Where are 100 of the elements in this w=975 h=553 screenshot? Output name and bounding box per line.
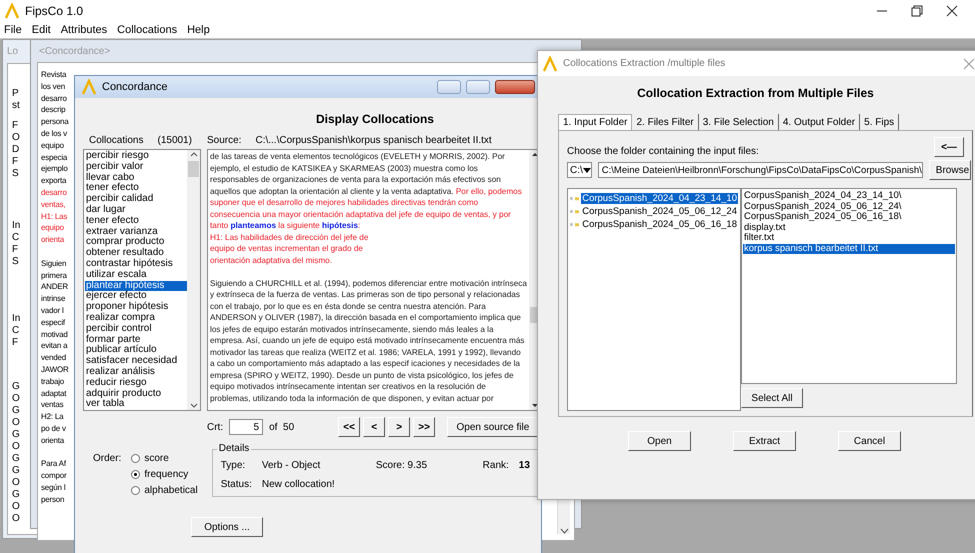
- dropdown-arrow-icon: [582, 168, 591, 172]
- list-item[interactable]: plantear hipótesis: [85, 280, 187, 292]
- folder-tree[interactable]: CorpusSpanish_2024_04_23_14_10 CorpusSpanish_2024_05_06_12_24 CorpusSpanish_2024_05_06_16_18: [567, 188, 741, 411]
- list-item[interactable]: CorpusSpanish_2024_05_06_16_18\: [743, 212, 955, 222]
- tab[interactable]: 4. Output Folder: [778, 114, 860, 130]
- text-fragment: orienta: [41, 235, 64, 244]
- dialog-button[interactable]: Cancel: [838, 431, 901, 451]
- scroll-down-icon[interactable]: [190, 403, 198, 408]
- restore-icon[interactable]: [910, 4, 924, 18]
- tab[interactable]: 2. Files Filter: [632, 114, 699, 130]
- list-item[interactable]: utilizar escala: [85, 270, 187, 281]
- list-item[interactable]: percibir calidad: [85, 194, 187, 205]
- close-icon[interactable]: [945, 4, 959, 18]
- text-line: y extrínseca de la fuerza de ventas. Las primeras son de tipo personal y relacionadas: [210, 289, 521, 300]
- list-item[interactable]: percibir control: [85, 324, 187, 335]
- status-label: Status:: [220, 479, 252, 490]
- list-item[interactable]: percibir riesgo: [85, 151, 187, 162]
- menu-item[interactable]: Collocations: [117, 24, 178, 36]
- radio-button[interactable]: [131, 454, 140, 463]
- tree-item[interactable]: CorpusSpanish_2024_05_06_12_24: [581, 206, 738, 217]
- list-item[interactable]: adquirir producto: [85, 388, 187, 400]
- radio-label[interactable]: alphabetical: [144, 485, 198, 496]
- list-item[interactable]: percibir valor: [85, 162, 187, 173]
- list-item[interactable]: ver tabla: [85, 399, 187, 410]
- tab[interactable]: 3. File Selection: [698, 114, 779, 130]
- radio-label[interactable]: frequency: [144, 469, 188, 480]
- menu-item[interactable]: Help: [187, 24, 210, 36]
- open-source-button[interactable]: Open source file: [446, 417, 539, 437]
- text-fragment: especia: [41, 152, 68, 162]
- text-fragment: ventas: [41, 400, 64, 410]
- type-label: Type:: [220, 460, 246, 471]
- text-fragment: O: [12, 513, 20, 524]
- text-line: empresa. Así, cuando un jefe de equipo está motivado intrínsecamente encuentra más: [210, 335, 526, 346]
- collocation-list[interactable]: [83, 149, 201, 411]
- nav-button[interactable]: <<: [338, 417, 360, 437]
- list-item[interactable]: reducir riesgo: [85, 378, 187, 389]
- select-all-button[interactable]: Select All: [741, 388, 803, 408]
- list-item[interactable]: publicar artículo: [85, 345, 187, 356]
- list-item[interactable]: CorpusSpanish_2024_05_06_12_24\: [743, 202, 955, 212]
- browse-button[interactable]: Browse: [928, 160, 971, 180]
- drive-dropdown[interactable]: C:\: [567, 162, 592, 178]
- score-text: Score: 9.35: [376, 460, 428, 471]
- text-line: suponer que el desarrollo de mejores habilidades directivas tendrán como: [210, 197, 480, 208]
- nav-button[interactable]: <: [363, 417, 386, 437]
- list-item[interactable]: obtener resultado: [85, 248, 187, 259]
- menu-item[interactable]: Edit: [32, 24, 51, 36]
- text-fragment: person: [41, 494, 64, 504]
- tree-item[interactable]: CorpusSpanish_2024_05_06_16_18: [581, 219, 738, 230]
- text-fragment: Para Af: [41, 459, 66, 468]
- options-button[interactable]: Options ...: [191, 517, 263, 537]
- tree-item[interactable]: CorpusSpanish_2024_04_23_14_10: [581, 193, 738, 204]
- scroll-up-icon[interactable]: [531, 152, 540, 157]
- list-item[interactable]: comprar producto: [85, 237, 187, 248]
- back-button[interactable]: <—: [934, 137, 964, 157]
- list-item[interactable]: realizar análisis: [85, 366, 187, 378]
- list-item[interactable]: korpus spanisch bearbeitet II.txt: [743, 244, 955, 254]
- group-title: Details: [216, 443, 252, 454]
- radio-button[interactable]: [131, 486, 140, 495]
- list-item[interactable]: filter.txt: [743, 233, 955, 244]
- text-line: aquellos que adoptan la orientación al cliente y la venta adaptativa. Por ello, podemos: [210, 186, 523, 197]
- close-button[interactable]: [495, 80, 535, 94]
- path-field[interactable]: C:\Meine Dateien\Heilbronn\Forschung\FipsCo\DataFipsCo\CorpusSpanish\: [598, 162, 923, 178]
- list-item[interactable]: satisfacer necesidad: [85, 356, 187, 367]
- list-item[interactable]: dar lugar: [85, 204, 187, 216]
- dialog-button[interactable]: Open: [628, 431, 691, 451]
- nav-button[interactable]: >>: [413, 417, 436, 437]
- radio-button[interactable]: [131, 470, 140, 479]
- list-item[interactable]: tener efecto: [85, 216, 187, 227]
- text-fragment: Revista: [41, 70, 66, 79]
- text-line: ejemplo, el estudio de KATSIKEA y SKARMEAS (2003) muestra como los: [210, 162, 479, 174]
- nav-button[interactable]: >: [388, 417, 410, 437]
- tab[interactable]: 5. Fips: [860, 114, 900, 130]
- radio-label[interactable]: score: [144, 453, 169, 464]
- list-item[interactable]: proponer hipótesis: [85, 302, 187, 313]
- list-item[interactable]: realizar compra: [85, 312, 187, 324]
- list-item[interactable]: CorpusSpanish_2024_04_23_14_10\: [743, 191, 955, 202]
- list-item[interactable]: llevar cabo: [85, 172, 187, 184]
- list-item[interactable]: tener efecto: [85, 183, 187, 194]
- scroll-thumb[interactable]: [188, 161, 199, 177]
- scroll-down-icon[interactable]: [531, 403, 540, 408]
- dialog-button[interactable]: Extract: [733, 431, 796, 451]
- list-item[interactable]: contrastar hipótesis: [85, 258, 187, 270]
- crt-field[interactable]: 5: [229, 419, 264, 435]
- list-item[interactable]: ejercer efecto: [85, 291, 187, 302]
- text-fragment: vended: [41, 353, 66, 362]
- maximize-button[interactable]: [466, 80, 490, 94]
- tab[interactable]: 1. Input Folder: [558, 114, 632, 130]
- scroll-up-icon[interactable]: [190, 152, 198, 157]
- text-fragment: desarro: [41, 94, 67, 103]
- file-list[interactable]: CorpusSpanish_2024_04_23_14_10\ CorpusSpanish_2024_05_06_12_24\ CorpusSpanish_2024_05_06_16_18\ display.txt filter.txt korpus spanisch bearbeitet II.txt: [741, 188, 957, 384]
- minimize-button[interactable]: [437, 80, 461, 94]
- menu-item[interactable]: File: [4, 24, 22, 36]
- menu-item[interactable]: Attributes: [60, 24, 108, 36]
- text-fragment: G: [12, 405, 20, 416]
- scroll-down-icon[interactable]: [560, 528, 568, 534]
- list-item[interactable]: extraer varianza: [85, 226, 187, 238]
- list-item[interactable]: formar parte: [85, 334, 187, 346]
- text-fragment: ventas,: [41, 200, 66, 209]
- text-fragment: S: [12, 256, 19, 267]
- list-item[interactable]: display.txt: [743, 222, 955, 233]
